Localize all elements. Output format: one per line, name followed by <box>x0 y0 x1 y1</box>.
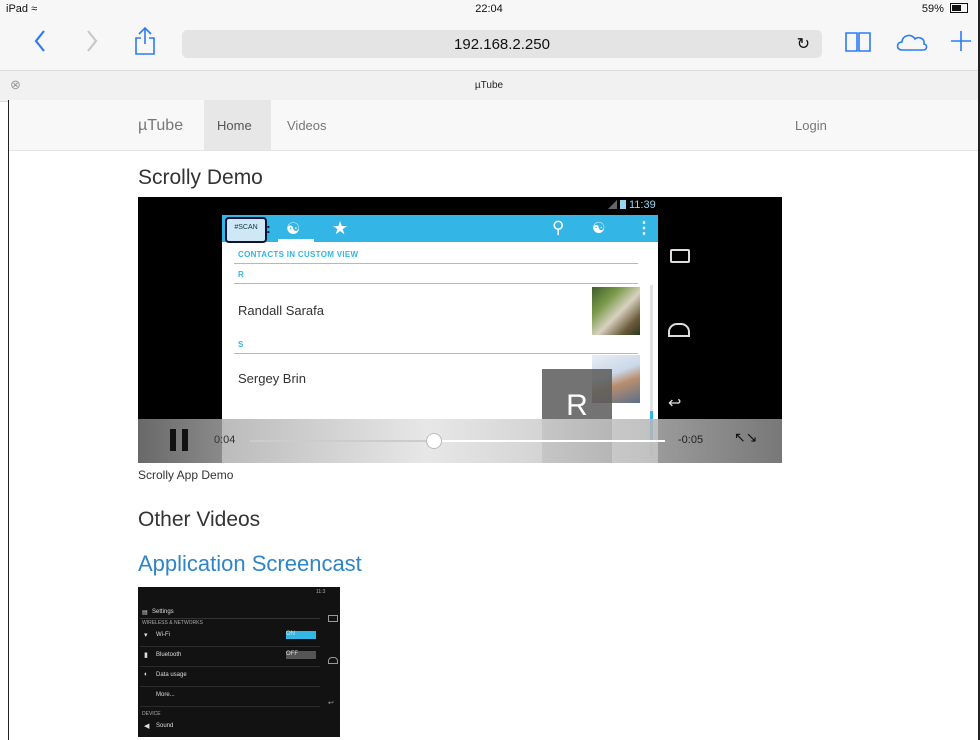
search-icon: ⚲ <box>552 218 565 237</box>
add-contact-icon: ☯ <box>592 220 606 237</box>
tab-indicator <box>278 239 314 242</box>
toggle-off: OFF <box>286 651 316 659</box>
thumb-row: ▾ Wi-Fi ON <box>140 628 320 647</box>
fullscreen-icon[interactable]: ↖↘ <box>734 429 757 446</box>
seek-played <box>250 440 433 442</box>
chevron-left-icon[interactable] <box>32 28 48 59</box>
nav-item-home[interactable]: Home <box>204 100 271 150</box>
device-clock: 22:04 <box>475 3 503 15</box>
signal-icon <box>608 200 617 209</box>
phone-clock: 11:39 <box>629 199 656 211</box>
contact-photo <box>592 287 640 335</box>
divider <box>234 283 638 284</box>
ipad-screen: iPad ≈ 22:04 59% 192.168.2.250 ↻ ⊗ µTube… <box>0 0 980 740</box>
share-icon[interactable] <box>134 26 156 61</box>
frame-border-left <box>8 100 9 740</box>
group-letter-s: S <box>238 340 244 349</box>
wifi-icon: ▾ <box>144 632 148 639</box>
book-icon[interactable] <box>844 30 872 59</box>
thumb-row-label: Wi-Fi <box>156 632 170 638</box>
contact-name: Sergey Brin <box>238 371 306 386</box>
video-link[interactable]: Application Screencast <box>138 551 362 577</box>
thumb-row: ◀ Sound <box>140 719 320 737</box>
contacts-tab-icon: ☯ <box>286 221 301 238</box>
toggle-on: ON <box>286 631 316 639</box>
app-logo: #SCAN <box>225 217 267 243</box>
star-icon: ★ <box>332 218 349 238</box>
device-battery: 59% <box>922 3 968 15</box>
contact-name: Randall Sarafa <box>238 303 324 318</box>
app-action-bar: #SCAN : ☯ ★ ⚲ ☯ ⋮ <box>222 215 658 243</box>
sound-icon: ◀ <box>144 723 150 730</box>
device-status-bar: iPad ≈ 22:04 59% <box>0 0 978 18</box>
recent-apps-icon <box>670 249 690 263</box>
nav-item-videos[interactable]: Videos <box>287 118 327 133</box>
recent-apps-icon <box>328 615 338 622</box>
settings-icon: ▤ <box>142 610 148 616</box>
back-icon: ↩ <box>668 395 682 412</box>
divider <box>234 263 638 264</box>
url-text: 192.168.2.250 <box>454 36 550 53</box>
remaining-time: -0:05 <box>678 434 704 446</box>
address-bar[interactable]: 192.168.2.250 ↻ <box>182 30 822 58</box>
home-icon <box>328 657 338 664</box>
site-navbar: µTube Home Videos Login <box>9 100 978 151</box>
thumb-section: WIRELESS & NETWORKS <box>142 620 203 626</box>
bluetooth-icon: ▮ <box>144 652 148 659</box>
seek-handle[interactable] <box>425 433 442 449</box>
thumb-header-label: Settings <box>152 609 174 615</box>
contacts-section-header: CONTACTS IN CUSTOM VIEW <box>238 250 359 259</box>
divider <box>234 353 638 354</box>
thumb-header: ▤ Settings <box>140 607 320 619</box>
phone-status-bar: 11:39 <box>608 199 656 211</box>
thumb-row-label: More... <box>156 692 175 698</box>
group-letter-r: R <box>238 270 245 279</box>
app-overflow-icon: : <box>266 220 271 236</box>
cloud-icon[interactable] <box>894 30 928 59</box>
site-brand[interactable]: µTube <box>138 117 183 135</box>
nav-item-home-label: Home <box>217 118 252 133</box>
reload-icon[interactable]: ↻ <box>797 34 810 54</box>
login-link[interactable]: Login <box>795 118 827 133</box>
data-usage-icon: ◐ <box>144 671 149 678</box>
thumb-row: ▮ Bluetooth OFF <box>140 648 320 667</box>
current-time: 0:04 <box>214 434 236 446</box>
section-title: Other Videos <box>138 508 261 531</box>
menu-icon: ⋮ <box>636 220 652 237</box>
thumb-row-label: Sound <box>156 723 174 729</box>
chevron-right-icon[interactable] <box>84 28 100 59</box>
battery-icon <box>950 3 968 13</box>
video-player[interactable]: 11:39 #SCAN : ☯ ★ ⚲ ☯ ⋮ CONTACTS IN CUST… <box>138 197 782 463</box>
browser-toolbar: 192.168.2.250 ↻ <box>0 18 978 70</box>
video-thumbnail[interactable]: 11:3 ▤ Settings WIRELESS & NETWORKS ▾ Wi… <box>138 587 340 737</box>
browser-tab-bar: ⊗ µTube <box>0 70 978 102</box>
home-icon <box>668 323 690 337</box>
thumb-row: More... <box>140 688 320 707</box>
phone-battery-icon <box>620 200 626 209</box>
video-caption: Scrolly App Demo <box>138 468 234 482</box>
thumb-row: ◐ Data usage <box>140 668 320 687</box>
tab-title[interactable]: µTube <box>0 80 978 91</box>
plus-icon[interactable] <box>950 29 972 58</box>
thumb-status-time: 11:3 <box>316 589 326 595</box>
back-icon: ↩ <box>328 700 334 707</box>
page-title: Scrolly Demo <box>138 166 263 189</box>
video-controls: 0:04 -0:05 ↖↘ <box>138 419 782 463</box>
thumb-section: DEVICE <box>142 711 161 717</box>
battery-percent: 59% <box>921 3 944 15</box>
pause-icon[interactable] <box>170 429 190 451</box>
thumb-row-label: Data usage <box>156 672 187 678</box>
thumb-row-label: Bluetooth <box>156 652 182 658</box>
